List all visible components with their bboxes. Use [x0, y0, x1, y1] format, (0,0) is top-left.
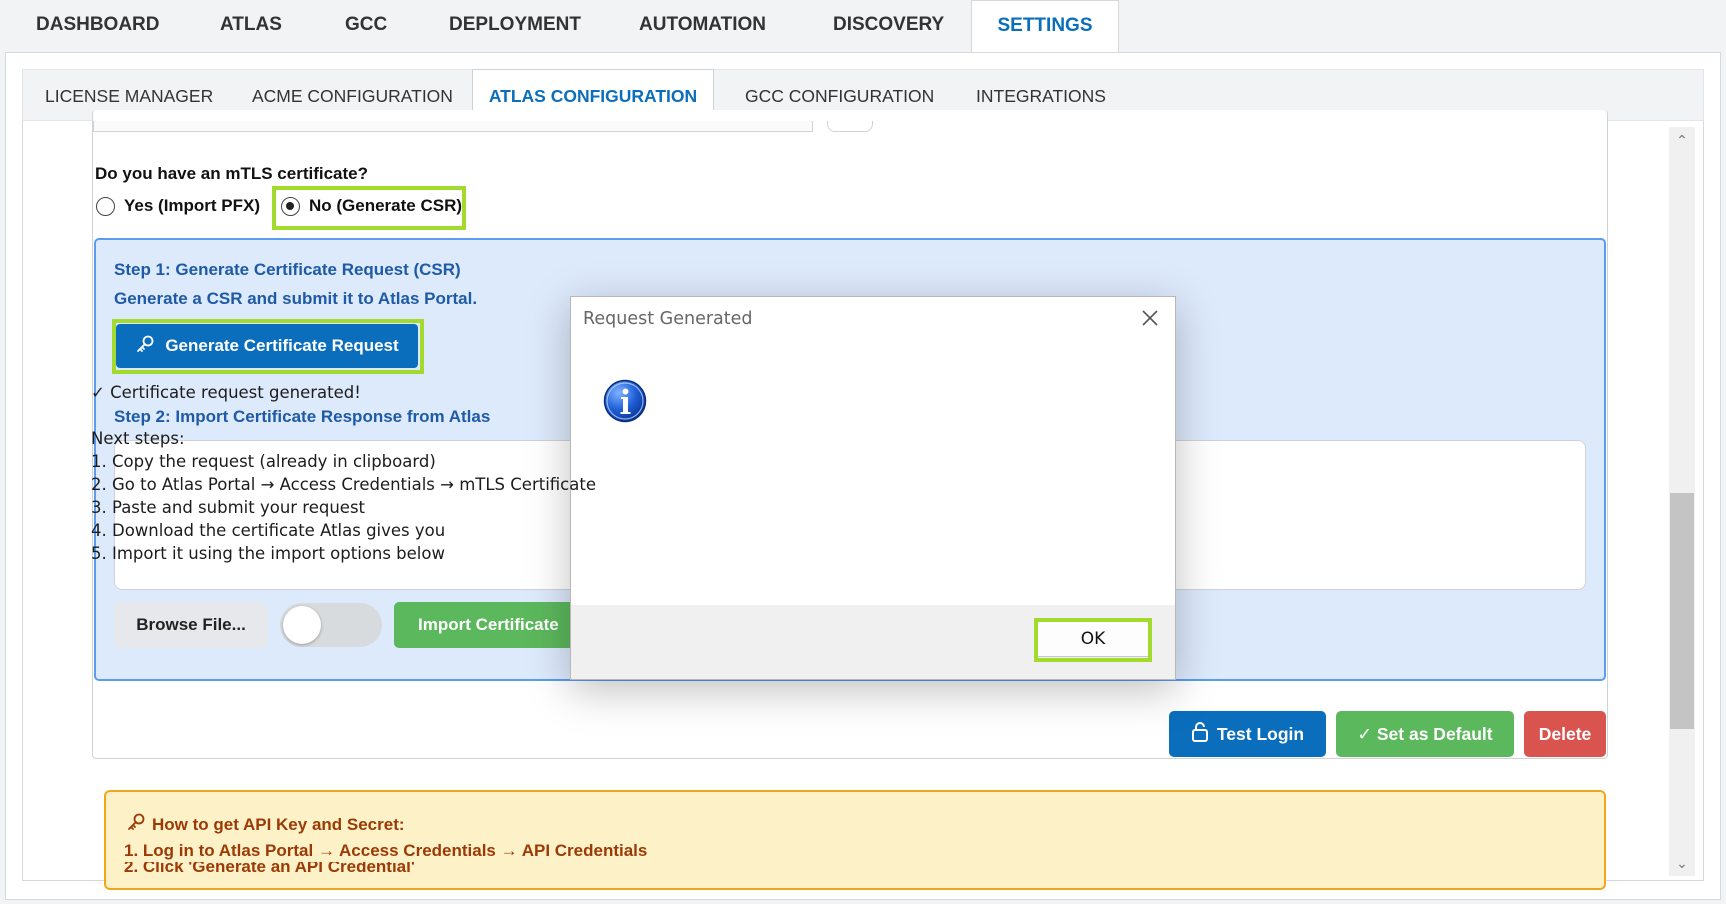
- info-icon: [603, 379, 647, 423]
- dialog-message-line: 2. Go to Atlas Portal → Access Credentia…: [91, 475, 596, 494]
- dialog-message-line: ✓ Certificate request generated!: [91, 383, 361, 402]
- radio-no-generate-csr[interactable]: No (Generate CSR): [281, 196, 462, 216]
- browse-file-button[interactable]: Browse File...: [114, 602, 268, 648]
- test-login-button[interactable]: Test Login: [1169, 711, 1326, 757]
- delete-button[interactable]: Delete: [1524, 711, 1606, 757]
- dialog-title: Request Generated: [583, 309, 753, 329]
- api-help-box: [104, 790, 1606, 890]
- scroll-up-icon[interactable]: ⌃: [1669, 127, 1695, 153]
- help-title-text: How to get API Key and Secret:: [152, 814, 405, 834]
- highlight-ok-button: [1034, 618, 1152, 662]
- radio-yes-import-pfx[interactable]: Yes (Import PFX): [96, 196, 260, 216]
- test-login-label: Test Login: [1216, 723, 1305, 744]
- tab-dashboard[interactable]: DASHBOARD: [36, 0, 160, 52]
- import-toggle[interactable]: [280, 603, 382, 647]
- mtls-question: Do you have an mTLS certificate?: [95, 164, 369, 183]
- generate-certificate-request-button[interactable]: Generate Certificate Request: [116, 324, 418, 368]
- radio-no[interactable]: [281, 196, 300, 216]
- help-line: 1. Log in to Atlas Portal → Access Crede…: [124, 841, 648, 860]
- credential-field[interactable]: [93, 121, 813, 132]
- step1-description: Generate a CSR and submit it to Atlas Po…: [114, 289, 478, 308]
- radio-no-label: No (Generate CSR): [309, 196, 463, 215]
- dialog-body: [571, 339, 1175, 605]
- dialog-message-line: 5. Import it using the import options be…: [91, 544, 445, 563]
- toggle-knob: [283, 606, 321, 644]
- key-icon: [126, 812, 146, 837]
- tab-settings[interactable]: SETTINGS: [971, 0, 1119, 54]
- tab-automation[interactable]: AUTOMATION: [639, 0, 766, 52]
- radio-yes-label: Yes (Import PFX): [124, 196, 261, 215]
- lock-icon: [1191, 721, 1209, 747]
- field-action-button[interactable]: [827, 121, 873, 132]
- help-line: 2. Click 'Generate an API Credential': [124, 862, 415, 872]
- step1-title: Step 1: Generate Certificate Request (CS…: [114, 260, 461, 279]
- help-line-clip: 2. Click 'Generate an API Credential': [124, 862, 824, 872]
- tab-discovery[interactable]: DISCOVERY: [833, 0, 944, 52]
- tab-atlas[interactable]: ATLAS: [220, 0, 282, 52]
- close-icon[interactable]: [1137, 305, 1163, 331]
- scrollbar[interactable]: ⌃ ⌄: [1669, 127, 1695, 876]
- key-icon: [135, 334, 155, 359]
- scroll-thumb[interactable]: [1670, 493, 1694, 729]
- dialog-message-line: 1. Copy the request (already in clipboar…: [91, 452, 436, 471]
- dialog-titlebar: Request Generated: [571, 297, 1175, 339]
- radio-yes[interactable]: [96, 196, 115, 216]
- import-certificate-button[interactable]: Import Certificate: [394, 602, 584, 648]
- scroll-down-icon[interactable]: ⌄: [1669, 850, 1695, 876]
- help-title: How to get API Key and Secret:: [126, 812, 405, 837]
- tab-gcc[interactable]: GCC: [345, 0, 387, 52]
- dialog-message-line: 4. Download the certificate Atlas gives …: [91, 521, 446, 540]
- generate-button-label: Generate Certificate Request: [165, 336, 399, 355]
- dialog-message-line: 3. Paste and submit your request: [91, 498, 366, 517]
- top-nav: DASHBOARD ATLAS GCC DEPLOYMENT AUTOMATIO…: [0, 0, 1726, 54]
- dialog-message-line: Next steps:: [91, 429, 185, 448]
- tab-deployment[interactable]: DEPLOYMENT: [449, 0, 581, 52]
- step2-title: Step 2: Import Certificate Response from…: [114, 407, 491, 426]
- set-as-default-button[interactable]: ✓ Set as Default: [1336, 711, 1514, 757]
